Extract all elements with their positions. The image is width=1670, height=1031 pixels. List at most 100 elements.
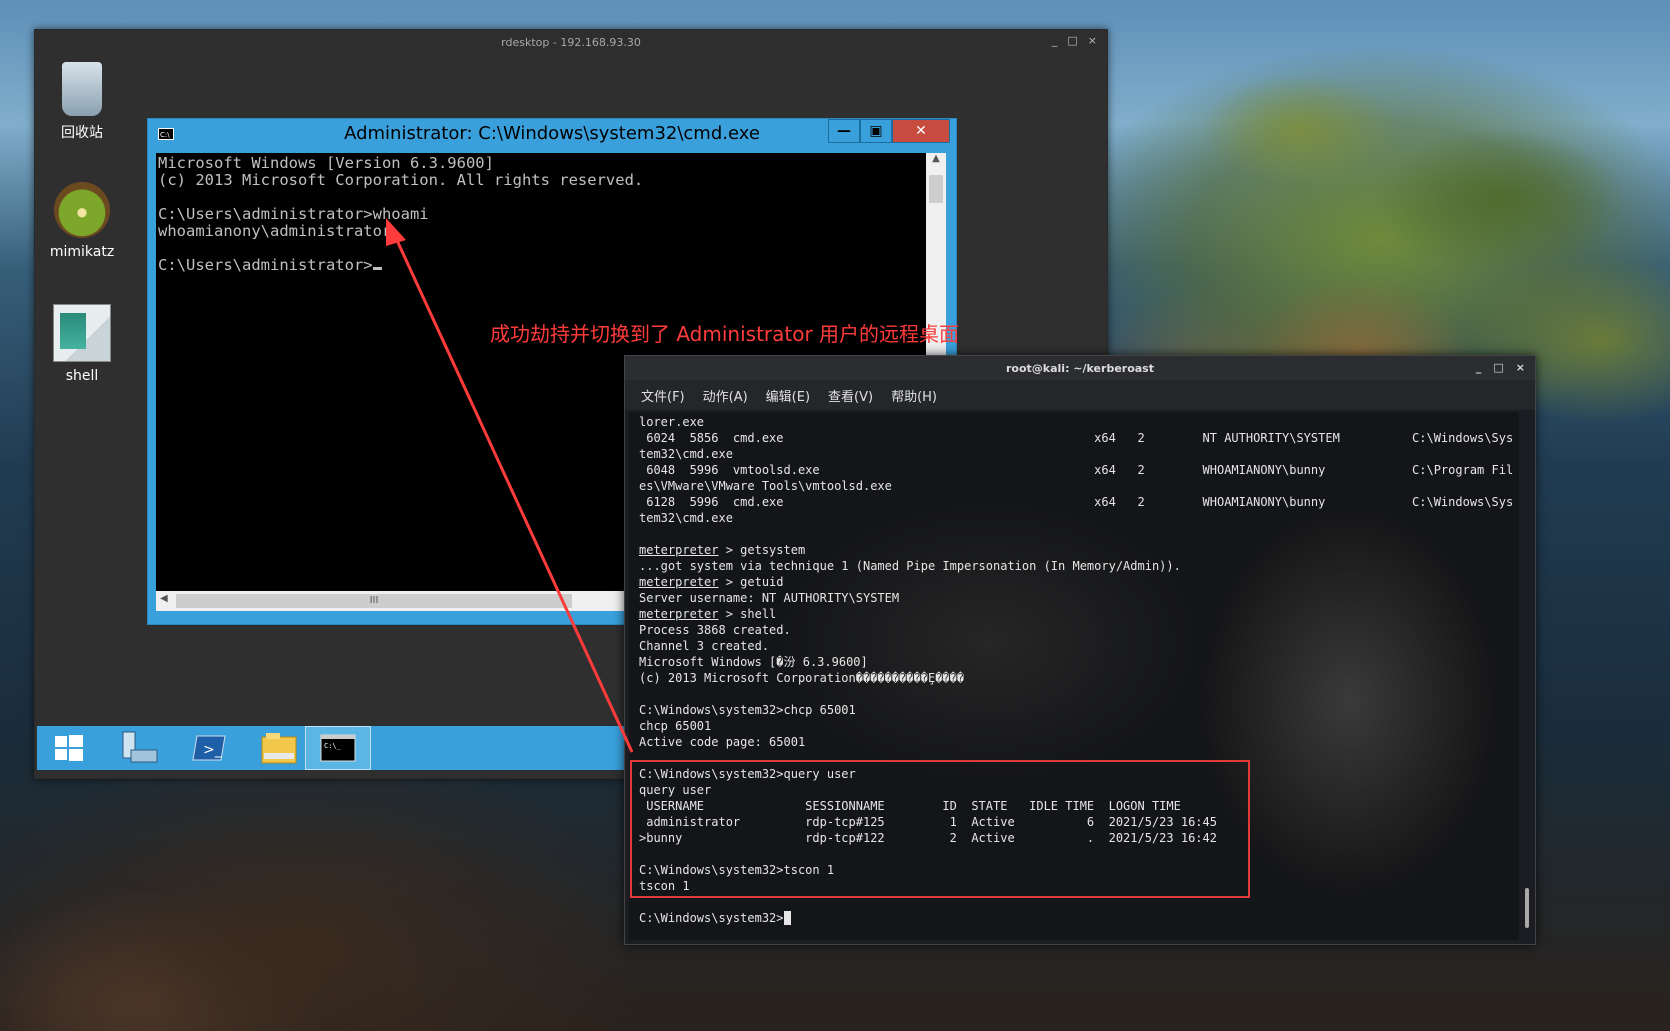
console-line: ...got system via technique 1 (Named Pip…	[639, 558, 1509, 574]
desktop-icon-recycle-bin[interactable]: 回收站	[37, 62, 127, 142]
console-text: > getuid	[718, 575, 784, 589]
svg-text:>_: >_	[203, 742, 223, 758]
console-line: meterpreter > shell	[639, 606, 1509, 622]
cmd-maximize-button[interactable]: ▣	[860, 119, 892, 143]
svg-text:C:\_: C:\_	[324, 742, 342, 750]
menu-help[interactable]: 帮助(H)	[891, 386, 937, 405]
console-text: chcp 65001	[639, 719, 712, 733]
console-line: tem32\cmd.exe	[639, 510, 1509, 526]
kali-close-button[interactable]: ×	[1516, 361, 1525, 374]
console-text: lorer.exe	[639, 415, 705, 429]
console-text: tem32\cmd.exe	[639, 511, 733, 525]
cmd-line: whoamianony\administrator	[158, 222, 392, 240]
start-button[interactable]	[37, 726, 101, 770]
desktop-icon-label: mimikatz	[49, 244, 115, 260]
kali-scrollbar[interactable]	[1525, 888, 1529, 928]
powershell-icon: >_	[192, 735, 226, 761]
highlight-box	[630, 760, 1250, 898]
console-text: (c) 2013 Microsoft Corporation����������…	[639, 671, 965, 685]
file-explorer-button[interactable]	[247, 726, 311, 770]
kali-minimize-button[interactable]: _	[1476, 361, 1482, 374]
console-line: Active code page: 65001	[639, 734, 1509, 750]
console-text: Channel 3 created.	[639, 639, 770, 653]
console-line: Microsoft Windows [�汾 6.3.9600]	[639, 654, 1509, 670]
server-manager-icon	[122, 731, 158, 763]
console-text: 6128 5996 cmd.exe x64 2 WHOAMIANONY\bunn…	[639, 495, 1514, 509]
cmd-minimize-button[interactable]: —	[828, 119, 860, 143]
desktop-icon-label: 回收站	[61, 125, 103, 141]
shell-app-icon	[53, 304, 111, 362]
console-text: Active code page: 65001	[639, 735, 806, 749]
console-line: lorer.exe	[639, 414, 1509, 430]
console-line: C:\Windows\system32>	[639, 910, 1509, 926]
terminal-cursor	[783, 911, 791, 925]
cmd-line: Microsoft Windows [Version 6.3.9600]	[158, 154, 494, 172]
cmd-prompt-line: C:\Users\administrator>	[158, 257, 924, 274]
desktop-icon-mimikatz[interactable]: mimikatz	[37, 182, 127, 260]
menu-action[interactable]: 动作(A)	[703, 386, 748, 405]
console-text: 6048 5996 vmtoolsd.exe x64 2 WHOAMIANONY…	[639, 463, 1514, 477]
cmd-prompt: C:\Users\administrator>	[158, 256, 373, 274]
scroll-thumb[interactable]: III	[176, 594, 572, 608]
console-line: es\VMware\VMware Tools\vmtoolsd.exe	[639, 478, 1509, 494]
powershell-button[interactable]: >_	[177, 726, 241, 770]
meterpreter-prompt: meterpreter	[639, 607, 719, 621]
minimize-button[interactable]: _	[1052, 34, 1058, 47]
kali-menubar: 文件(F) 动作(A) 编辑(E) 查看(V) 帮助(H)	[625, 380, 1535, 410]
rdesktop-titlebar: rdesktop - 192.168.93.30 _ □ ×	[35, 30, 1107, 54]
console-text: C:\Windows\system32>chcp 65001	[639, 703, 856, 717]
scroll-thumb[interactable]	[929, 175, 943, 203]
scroll-up-arrow-icon[interactable]: ▲	[926, 153, 946, 164]
scroll-left-arrow-icon[interactable]: ◀	[160, 593, 168, 604]
kali-maximize-button[interactable]: □	[1493, 361, 1503, 374]
annotation-text: 成功劫持并切换到了 Administrator 用户的远程桌面	[490, 322, 960, 346]
console-text: 6024 5856 cmd.exe x64 2 NT AUTHORITY\SYS…	[639, 431, 1514, 445]
menu-edit[interactable]: 编辑(E)	[766, 386, 810, 405]
cmd-close-button[interactable]: ✕	[892, 119, 950, 143]
cmd-cursor	[372, 267, 382, 270]
rdesktop-title: rdesktop - 192.168.93.30	[501, 35, 641, 49]
close-button[interactable]: ×	[1088, 34, 1097, 47]
console-line: (c) 2013 Microsoft Corporation����������…	[639, 670, 1509, 686]
desktop-icon-label: shell	[65, 368, 99, 384]
console-line: C:\Windows\system32>chcp 65001	[639, 702, 1509, 718]
console-line: chcp 65001	[639, 718, 1509, 734]
console-text: Microsoft Windows [�汾 6.3.9600]	[639, 655, 868, 669]
console-line: Channel 3 created.	[639, 638, 1509, 654]
cmd-taskbar-button[interactable]: C:\_	[305, 726, 371, 770]
console-text: ...got system via technique 1 (Named Pip…	[639, 559, 1181, 573]
meterpreter-prompt: meterpreter	[639, 575, 719, 589]
menu-view[interactable]: 查看(V)	[828, 386, 873, 405]
start-icon	[55, 735, 83, 761]
server-manager-button[interactable]	[107, 726, 171, 770]
console-text: > getsystem	[718, 543, 806, 557]
desktop-icon-shell[interactable]: shell	[37, 304, 127, 384]
cmd-line: C:\Users\administrator>whoami	[158, 205, 429, 223]
console-line: meterpreter > getsystem	[639, 542, 1509, 558]
kali-title: root@kali: ~/kerberoast	[1006, 361, 1154, 375]
console-line: Process 3868 created.	[639, 622, 1509, 638]
cmd-line	[158, 240, 924, 257]
kiwi-icon	[54, 182, 110, 238]
console-text: Server username: NT AUTHORITY\SYSTEM	[639, 591, 900, 605]
cmd-icon: C:\_	[320, 734, 356, 762]
console-line: tem32\cmd.exe	[639, 446, 1509, 462]
console-text: tem32\cmd.exe	[639, 447, 733, 461]
console-line: 6128 5996 cmd.exe x64 2 WHOAMIANONY\bunn…	[639, 494, 1513, 510]
cmd-titlebar: C:\ Administrator: C:\Windows\system32\c…	[148, 119, 956, 149]
console-text: Process 3868 created.	[639, 623, 791, 637]
file-explorer-icon	[261, 733, 297, 764]
meterpreter-prompt: meterpreter	[639, 543, 719, 557]
maximize-button[interactable]: □	[1067, 34, 1077, 47]
cmd-line	[158, 189, 924, 206]
console-line: 6048 5996 vmtoolsd.exe x64 2 WHOAMIANONY…	[639, 462, 1513, 478]
console-text: C:\Windows\system32>	[639, 911, 784, 925]
console-line: Server username: NT AUTHORITY\SYSTEM	[639, 590, 1509, 606]
console-line	[639, 686, 1509, 702]
console-line: meterpreter > getuid	[639, 574, 1509, 590]
cmd-line: (c) 2013 Microsoft Corporation. All righ…	[158, 171, 644, 189]
console-text: es\VMware\VMware Tools\vmtoolsd.exe	[639, 479, 892, 493]
menu-file[interactable]: 文件(F)	[641, 386, 685, 405]
